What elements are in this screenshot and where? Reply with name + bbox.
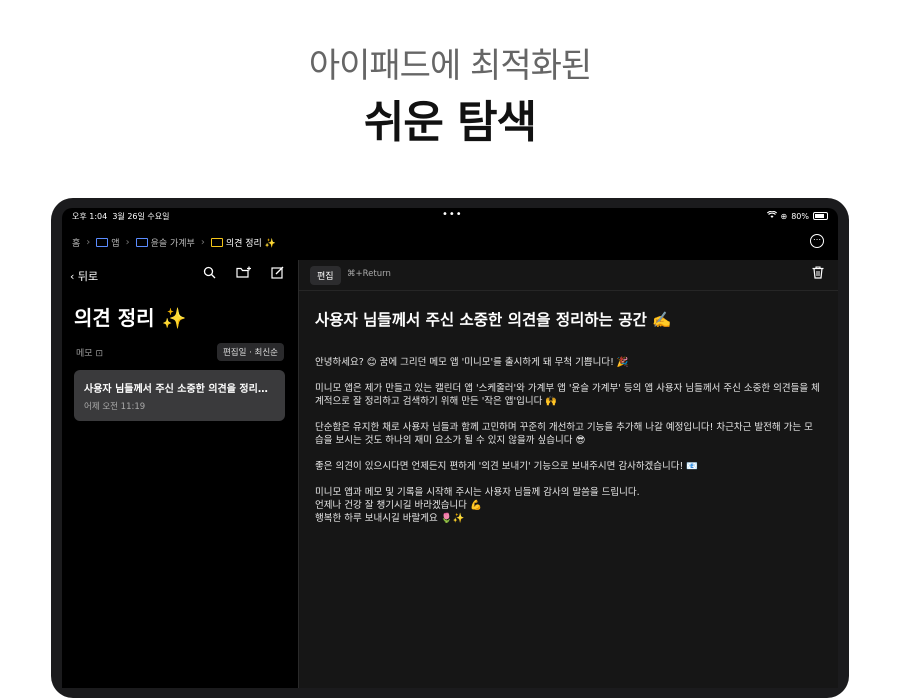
more-options-icon[interactable]: ⋯ <box>810 234 824 248</box>
sidebar-title: 의견 정리 ✨ <box>74 306 187 330</box>
new-folder-icon[interactable] <box>236 266 251 283</box>
chevron-right-icon: › <box>86 236 91 248</box>
note-editor: 편집 ⌘+Return 사용자 님들께서 주신 소중한 의견을 정리하는 공간 … <box>299 260 838 688</box>
note-paragraph: 단순함은 유지한 채로 사용자 님들과 함께 고민하며 꾸준히 개선하고 기능을… <box>315 422 813 446</box>
breadcrumb-item-app[interactable]: 앱 <box>96 236 120 249</box>
note-title-heading[interactable]: 사용자 님들께서 주신 소중한 의견을 정리하는 공간 ✍️ <box>315 308 672 330</box>
status-time: 오후 1:04 <box>72 212 108 221</box>
ipad-screen: 오후 1:04 3월 26일 수요일 ••• ⊕ 80% 홈 › 앱 › 윤슬 … <box>62 208 838 688</box>
multitasking-dots-icon[interactable]: ••• <box>442 209 463 220</box>
breadcrumb: 홈 › 앱 › 윤슬 가계부 › 의견 정리 ✨ <box>72 235 276 249</box>
shortcut-hint: ⌘+Return <box>347 269 391 279</box>
folder-icon <box>210 237 223 247</box>
compose-icon[interactable] <box>271 266 284 283</box>
sidebar: ‹ 뒤로 의견 정리 ✨ 메모 ⊡ 편집일 · 최신순 사용자 님들께서 주신 … <box>62 260 299 688</box>
note-paragraph: 미니모 앱은 제가 만들고 있는 캘린더 앱 '스케줄러'와 가계부 앱 '윤슬… <box>315 383 820 407</box>
note-list-item[interactable]: 사용자 님들께서 주신 소중한 의견을 정리하는 공간 ✍️ 어제 오전 11:… <box>74 370 285 421</box>
note-title: 사용자 님들께서 주신 소중한 의견을 정리하는 공간 ✍️ <box>84 384 276 395</box>
note-body[interactable]: 안녕하세요? 😊 꿈에 그리던 메모 앱 '미니모'를 출시하게 돼 무척 기쁩… <box>315 356 820 538</box>
chevron-left-icon: ‹ <box>70 270 75 283</box>
note-paragraph: 안녕하세요? 😊 꿈에 그리던 메모 앱 '미니모'를 출시하게 돼 무척 기쁩… <box>315 357 629 368</box>
folder-icon <box>96 237 109 247</box>
wifi-icon <box>766 210 777 221</box>
note-date: 어제 오전 11:19 <box>84 402 146 412</box>
sort-button[interactable]: 편집일 · 최신순 <box>216 343 284 361</box>
edit-button[interactable]: 편집 <box>310 266 341 285</box>
note-paragraph: 미니모 앱과 메모 및 기록을 시작해 주시는 사용자 님들께 감사의 말씀을 … <box>315 487 640 524</box>
status-date: 3월 26일 수요일 <box>112 212 170 221</box>
orientation-lock-icon: ⊕ <box>780 211 788 221</box>
breadcrumb-home[interactable]: 홈 <box>72 236 80 249</box>
editor-toolbar: 편집 ⌘+Return <box>299 260 838 291</box>
status-bar: 오후 1:04 3월 26일 수요일 ••• ⊕ 80% <box>62 208 838 226</box>
collapse-icon[interactable]: ⊡ <box>95 349 103 359</box>
search-icon[interactable] <box>203 266 216 283</box>
battery-percent: 80% <box>791 211 809 221</box>
back-button[interactable]: ‹ 뒤로 <box>70 268 98 284</box>
note-paragraph: 좋은 의견이 있으시다면 언제든지 편하게 '의견 보내기' 기능으로 보내주시… <box>315 461 699 472</box>
memo-section-label: 메모 <box>76 349 93 359</box>
folder-icon <box>135 237 148 247</box>
battery-icon <box>813 212 828 220</box>
chevron-right-icon: › <box>125 236 130 248</box>
breadcrumb-item-current[interactable]: 의견 정리 ✨ <box>210 236 276 249</box>
hero-subtitle: 아이패드에 최적화된 <box>308 46 592 86</box>
hero-title: 쉬운 탐색 <box>363 97 537 148</box>
breadcrumb-item-budget[interactable]: 윤슬 가계부 <box>135 236 195 249</box>
trash-icon[interactable] <box>812 266 824 282</box>
chevron-right-icon: › <box>200 236 205 248</box>
